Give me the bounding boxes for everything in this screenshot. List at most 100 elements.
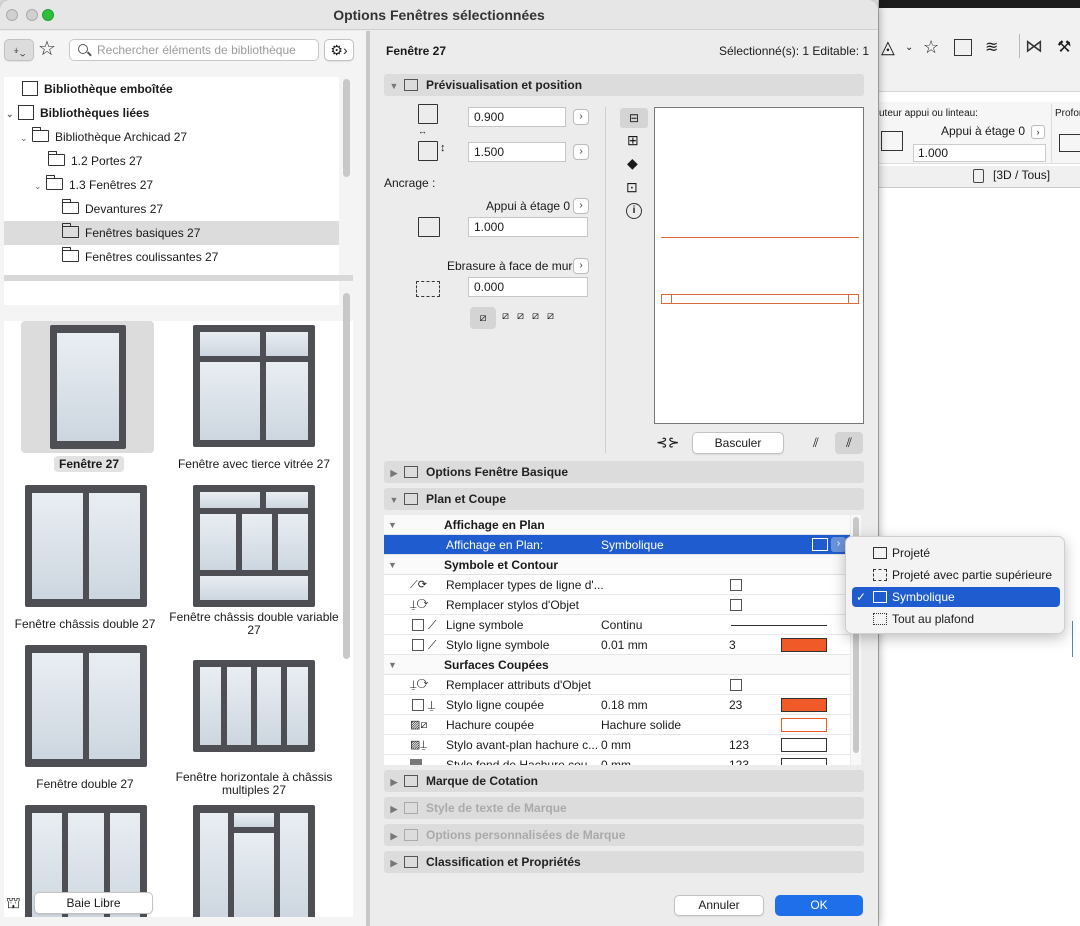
height-field[interactable]: 1.500 (468, 142, 566, 162)
pen-color-swatch[interactable] (781, 738, 827, 752)
section-dimension[interactable]: ▶ Marque de Cotation (384, 770, 864, 792)
pen-number[interactable]: 123 (729, 755, 749, 765)
reveal-type-4-button[interactable]: ⧄ (532, 310, 539, 323)
pen-number[interactable]: 3 (729, 635, 736, 655)
settings-gear-button[interactable]: ⚙› (324, 39, 354, 61)
library-item[interactable] (172, 805, 336, 917)
reveal-value-field[interactable]: 0.000 (468, 277, 588, 297)
table-row[interactable]: ▨⍊ Stylo avant-plan hachure c... 0 mm 123 (384, 735, 850, 755)
height-arrow-button[interactable]: › (573, 144, 589, 160)
library-manager-icon[interactable]: ⛫ (6, 894, 21, 914)
3d-view-icon[interactable]: ◆ (627, 155, 638, 172)
caret-down-icon[interactable]: ⌄ (20, 126, 32, 150)
reveal-ref-button[interactable]: › (573, 258, 589, 274)
fill-swatch[interactable] (781, 718, 827, 732)
pen-number[interactable]: 23 (729, 695, 742, 715)
free-opening-button[interactable]: Baie Libre (34, 892, 153, 914)
tree-item[interactable]: Bibliothèque emboîtée (22, 77, 173, 101)
table-row[interactable]: ⟋⟳ Remplacer types de ligne d'... (384, 575, 850, 595)
tree-item[interactable]: Devantures 27 (62, 197, 163, 221)
tree-item[interactable]: ⌄ Bibliothèques liées (6, 101, 149, 125)
anchor-ref-button[interactable]: › (573, 198, 589, 214)
table-row[interactable]: ⍊⟳ Remplacer stylos d'Objet (384, 595, 850, 615)
group-header[interactable]: ▼ Affichage en Plan (384, 515, 850, 535)
geometry-icon[interactable]: ◬ (881, 37, 895, 58)
reveal-type-2-button[interactable]: ⧄ (502, 310, 509, 323)
selected-row[interactable]: Affichage en Plan: Symbolique › (384, 535, 850, 555)
section-preview[interactable]: ▼ Prévisualisation et position (384, 74, 864, 96)
tree-item[interactable]: ⌄ 1.3 Fenêtres 27 (34, 173, 153, 197)
reveal-type-3-button[interactable]: ⧄ (517, 310, 524, 323)
elevation-view-icon[interactable]: ⊡ (626, 179, 638, 196)
library-item[interactable] (172, 485, 336, 607)
star-icon[interactable]: ☆ (923, 37, 939, 58)
table-row[interactable]: ⍊ Stylo ligne coupée 0.18 mm 23 (384, 695, 850, 715)
layers-icon[interactable]: ≋ (985, 37, 998, 57)
override-checkbox[interactable] (730, 599, 742, 611)
ref-arrow-button[interactable]: › (1031, 125, 1045, 139)
row-checkbox[interactable] (412, 699, 424, 711)
view-icon[interactable] (954, 39, 972, 56)
section-text-style[interactable]: ▶ Style de texte de Marque (384, 797, 864, 819)
library-item[interactable] (4, 485, 168, 607)
menu-item[interactable]: Tout au plafond (852, 609, 1060, 629)
library-mode-button[interactable]: ⍖⌄ (4, 39, 34, 61)
width-arrow-button[interactable]: › (573, 109, 589, 125)
tree-item[interactable]: Fenêtres coulissantes 27 (62, 245, 218, 269)
value-field[interactable]: 1.000 (913, 144, 1046, 162)
tree-item-selected[interactable]: Fenêtres basiques 27 (4, 221, 339, 245)
tree-scrollbar[interactable] (343, 79, 350, 177)
plan-view-button[interactable]: ⊟ (620, 108, 648, 128)
section-custom[interactable]: ▶ Options personnalisées de Marque (384, 824, 864, 846)
row-value[interactable]: Continu (601, 615, 642, 635)
opening-right-button[interactable]: ⫽ (835, 432, 863, 454)
row-value[interactable]: Hachure solide (601, 715, 681, 735)
zoom-button[interactable] (42, 9, 54, 21)
flip-side-icon[interactable]: ⊰⊱ (656, 434, 679, 451)
table-row[interactable]: ⍊⟳ Remplacer attributs d'Objet (384, 675, 850, 695)
pen-color-swatch[interactable] (781, 638, 827, 652)
grid-scrollbar[interactable] (343, 293, 350, 659)
close-button[interactable] (6, 9, 18, 21)
tool-icon[interactable]: ⚒ (1057, 37, 1071, 57)
opening-left-icon[interactable]: ⫽ (813, 435, 819, 451)
reveal-type-5-button[interactable]: ⧄ (547, 310, 554, 323)
view-label[interactable]: [3D / Tous] (993, 168, 1050, 182)
row-dropdown-button[interactable]: › (831, 537, 846, 552)
menu-item-selected[interactable]: ✓ Symbolique (852, 587, 1060, 607)
table-row[interactable]: ⟋ Stylo ligne symbole 0.01 mm 3 (384, 635, 850, 655)
table-row[interactable]: ⟋ Ligne symbole Continu (384, 615, 850, 635)
library-item[interactable] (172, 660, 336, 752)
caret-down-icon[interactable]: ⌄ (6, 102, 18, 126)
pane-splitter[interactable] (4, 275, 353, 281)
reveal-type-1-button[interactable]: ⧄ (470, 307, 496, 329)
pen-number[interactable]: 123 (729, 735, 749, 755)
section-plan[interactable]: ▼ Plan et Coupe (384, 488, 864, 510)
search-box[interactable]: Rechercher éléments de bibliothèque (69, 39, 319, 61)
width-field[interactable]: 0.900 (468, 107, 566, 127)
trace-icon[interactable]: ⋈ (1025, 36, 1043, 57)
cancel-button[interactable]: Annuler (674, 895, 764, 916)
table-row[interactable]: Stylo fond de Hachure cou... 0 mm 123 (384, 755, 850, 765)
pen-color-swatch[interactable] (781, 758, 827, 765)
pen-color-swatch[interactable] (781, 698, 827, 712)
override-checkbox[interactable] (730, 579, 742, 591)
favorites-star-icon[interactable]: ☆ (38, 38, 56, 60)
caret-down-icon[interactable]: ⌄ (34, 174, 46, 198)
table-row[interactable]: ▨⧄ Hachure coupée Hachure solide (384, 715, 850, 735)
row-checkbox[interactable] (412, 619, 424, 631)
anchor-value-field[interactable]: 1.000 (468, 217, 588, 237)
chevron-down-icon[interactable]: ⌄ (905, 42, 913, 53)
flip-button[interactable]: Basculer (692, 432, 784, 454)
library-item[interactable] (6, 325, 170, 449)
section-view-icon[interactable]: ⊞ (627, 132, 639, 149)
minimize-button[interactable] (26, 9, 38, 21)
library-item[interactable] (4, 645, 168, 767)
section-basic[interactable]: ▶ Options Fenêtre Basique (384, 461, 864, 483)
section-classification[interactable]: ▶ Classification et Propriétés (384, 851, 864, 873)
row-checkbox[interactable] (412, 639, 424, 651)
library-item[interactable] (172, 325, 336, 447)
tree-item[interactable]: 1.2 Portes 27 (48, 149, 142, 173)
group-header[interactable]: ▼ Symbole et Contour (384, 555, 850, 575)
info-icon[interactable]: i (626, 203, 642, 219)
